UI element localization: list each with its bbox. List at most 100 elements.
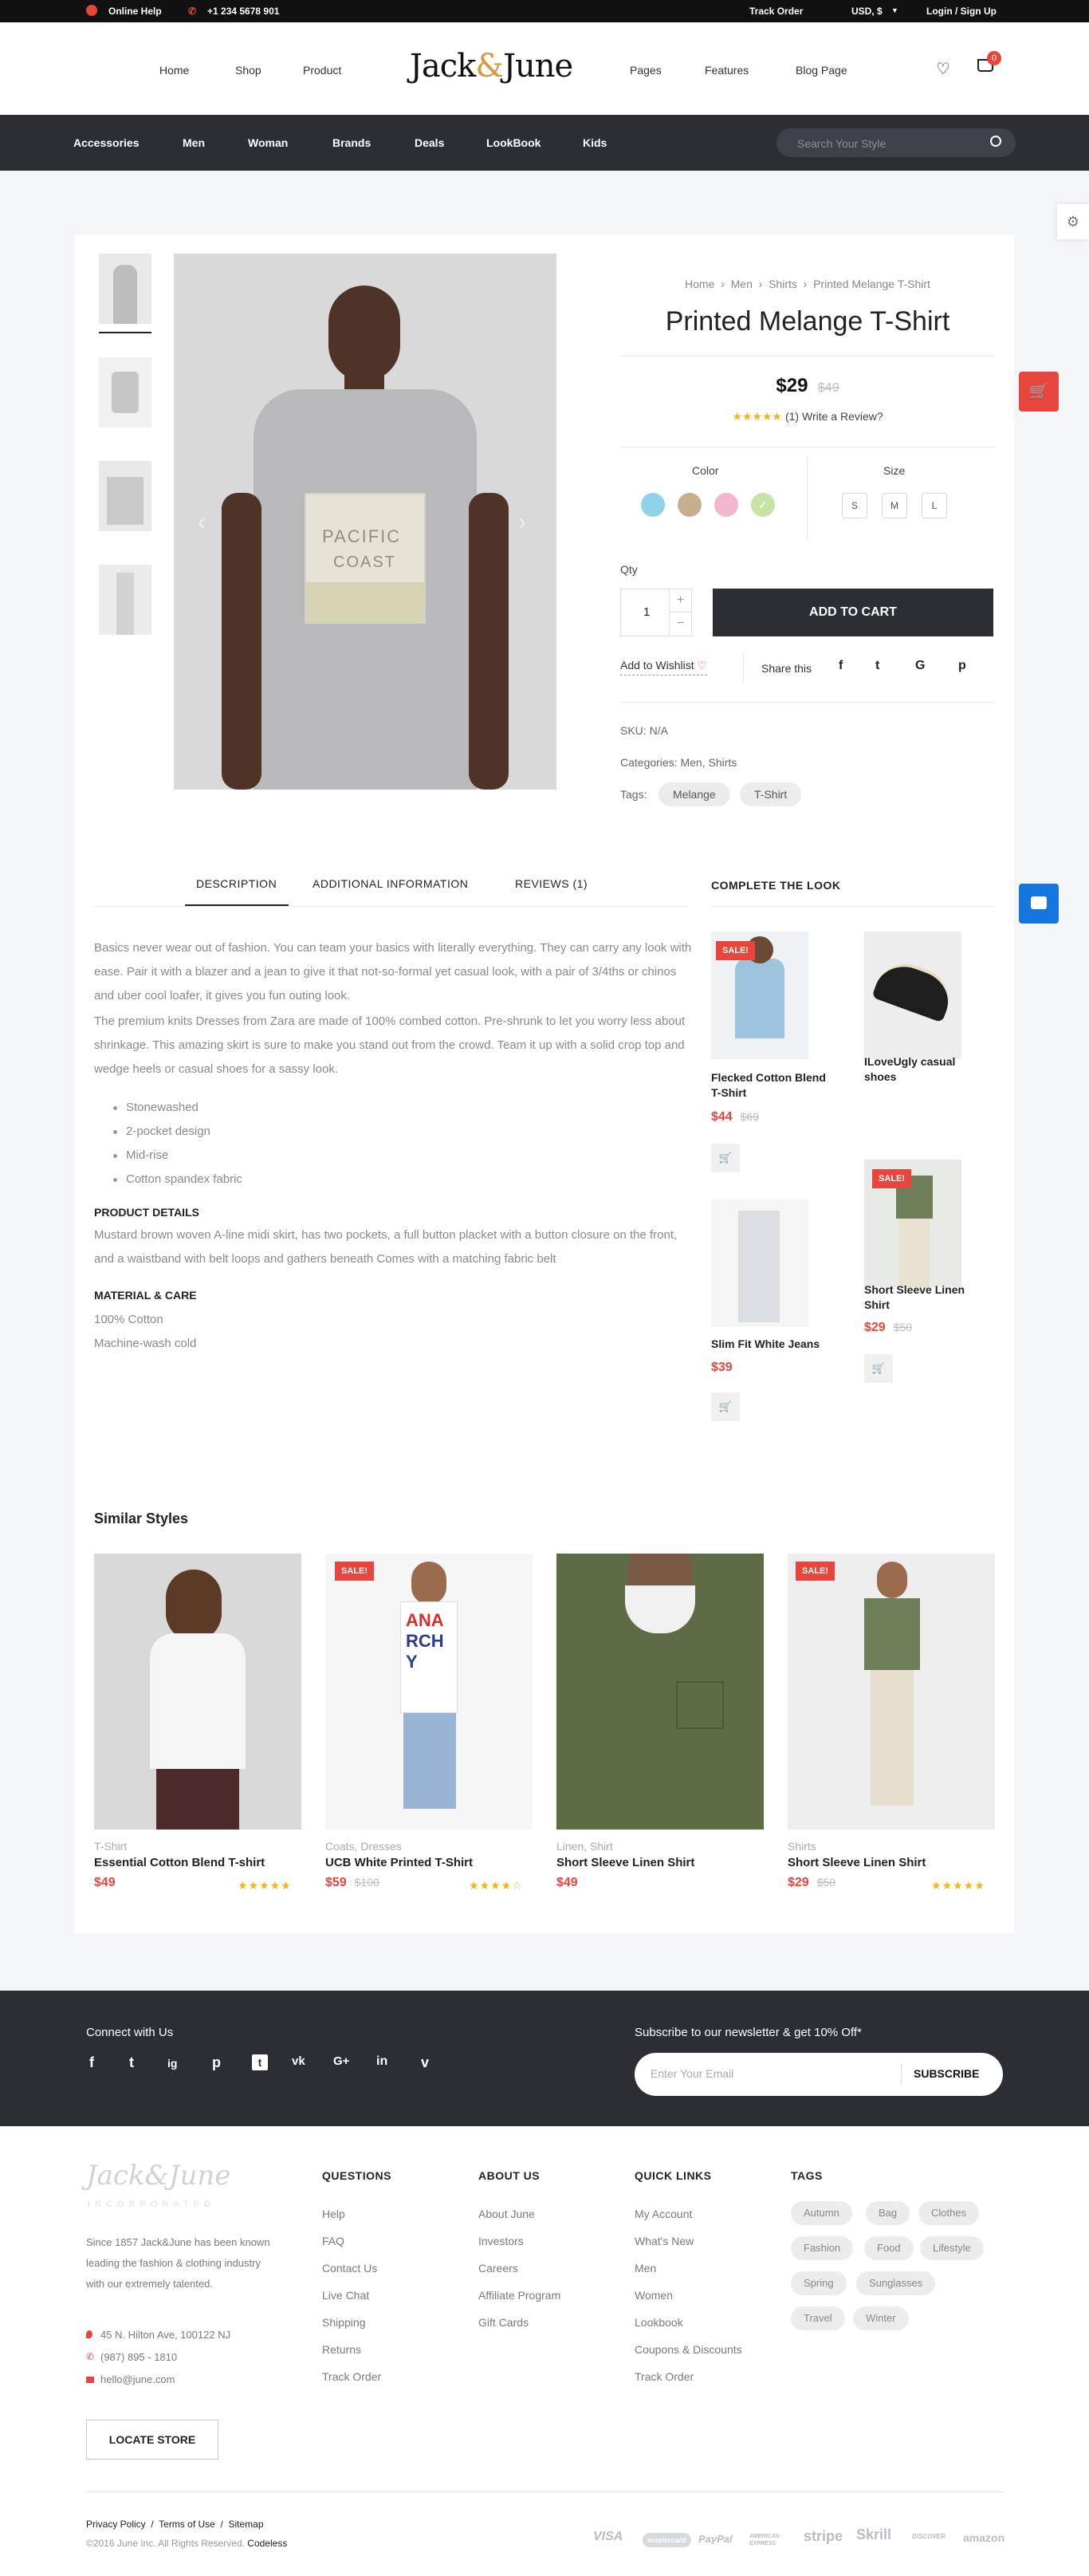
vk-icon[interactable]: vk [292, 2054, 305, 2068]
write-review-link[interactable]: (1) Write a Review? [785, 410, 883, 423]
chat-button[interactable] [1019, 884, 1059, 924]
footer-link[interactable]: Contact Us [322, 2262, 377, 2275]
footer-tag[interactable]: Autumn [791, 2201, 852, 2225]
similar-item-category[interactable]: Linen, Shirt [556, 1840, 613, 1853]
footer-link[interactable]: My Account [635, 2208, 692, 2220]
search-input[interactable]: Search Your Style [776, 128, 1016, 157]
login-link[interactable]: Login / Sign Up [926, 6, 997, 17]
tag-melange[interactable]: Melange [659, 782, 730, 806]
share-google-icon[interactable]: G [915, 659, 925, 673]
facebook-icon[interactable]: f [89, 2054, 94, 2071]
add-to-cart-icon[interactable]: 🛒 [864, 1354, 893, 1383]
look-item-name[interactable]: Flecked Cotton Blend T-Shirt [711, 1070, 831, 1101]
nav-features[interactable]: Features [705, 64, 749, 77]
size-l[interactable]: L [922, 493, 947, 518]
thumbnail-1[interactable] [99, 254, 151, 324]
prev-arrow-icon[interactable]: ‹ [198, 509, 206, 536]
footer-link[interactable]: Track Order [322, 2370, 381, 2383]
look-item-image[interactable] [864, 932, 961, 1059]
footer-tag[interactable]: Bag [866, 2201, 910, 2225]
footer-link[interactable]: Live Chat [322, 2289, 369, 2302]
nav-home[interactable]: Home [159, 64, 189, 77]
share-pinterest-icon[interactable]: p [958, 659, 966, 673]
footer-tag[interactable]: Sunglasses [856, 2271, 936, 2295]
tag-tshirt[interactable]: T-Shirt [740, 782, 802, 806]
search-icon[interactable] [990, 136, 1001, 147]
thumbnail-2[interactable] [99, 357, 151, 427]
online-help-link[interactable]: Online Help [108, 6, 162, 17]
footer-tag[interactable]: Spring [791, 2271, 847, 2295]
similar-item-image[interactable] [788, 1554, 995, 1830]
footer-link[interactable]: Lookbook [635, 2316, 683, 2329]
look-item-name[interactable]: Short Sleeve Linen Shirt [864, 1282, 984, 1313]
nav-product[interactable]: Product [303, 64, 341, 77]
size-m[interactable]: M [882, 493, 907, 518]
size-s[interactable]: S [842, 493, 867, 518]
footer-tag[interactable]: Clothes [918, 2201, 980, 2225]
email-field[interactable]: Enter Your Email SUBSCRIBE [635, 2053, 1003, 2096]
cat-men[interactable]: Men [183, 136, 205, 149]
sitemap-link[interactable]: Sitemap [229, 2519, 264, 2530]
cat-kids[interactable]: Kids [583, 136, 607, 149]
footer-tag[interactable]: Travel [791, 2306, 845, 2330]
similar-item-image[interactable] [556, 1554, 764, 1830]
cat-lookbook[interactable]: LookBook [486, 136, 541, 149]
tab-description[interactable]: DESCRIPTION [196, 877, 277, 890]
thumbnail-4[interactable] [99, 565, 151, 635]
color-swatch-pink[interactable] [714, 493, 738, 517]
similar-item-name[interactable]: UCB White Printed T-Shirt [325, 1856, 473, 1869]
phone-number[interactable]: +1 234 5678 901 [207, 6, 279, 17]
cat-accessories[interactable]: Accessories [73, 136, 140, 149]
breadcrumb-men[interactable]: Men [731, 278, 753, 290]
track-order-link[interactable]: Track Order [749, 6, 803, 17]
breadcrumb-home[interactable]: Home [685, 278, 714, 290]
footer-link[interactable]: Track Order [635, 2370, 694, 2383]
add-to-cart-icon[interactable]: 🛒 [711, 1144, 740, 1172]
cat-brands[interactable]: Brands [332, 136, 371, 149]
color-swatch-green[interactable]: ✓ [751, 493, 775, 517]
next-arrow-icon[interactable]: › [518, 509, 526, 536]
footer-link[interactable]: Coupons & Discounts [635, 2343, 742, 2356]
settings-gear-icon[interactable]: ⚙ [1057, 204, 1089, 239]
privacy-link[interactable]: Privacy Policy [86, 2519, 146, 2530]
color-swatch-blue[interactable] [641, 493, 665, 517]
cat-woman[interactable]: Woman [248, 136, 288, 149]
tab-additional-info[interactable]: ADDITIONAL INFORMATION [313, 877, 468, 890]
footer-link[interactable]: Women [635, 2289, 673, 2302]
look-item-image[interactable] [711, 1199, 808, 1327]
similar-item-category[interactable]: Coats, Dresses [325, 1840, 402, 1853]
tab-reviews[interactable]: REVIEWS (1) [515, 877, 588, 890]
quick-cart-button[interactable]: 🛒 [1019, 372, 1059, 412]
qty-decrease[interactable]: − [669, 612, 691, 636]
qty-stepper[interactable]: 1 + − [620, 589, 692, 636]
tumblr-icon[interactable]: t [252, 2054, 268, 2070]
footer-link[interactable]: Affiliate Program [478, 2289, 560, 2302]
product-main-image[interactable]: PACIFIC COAST ‹ › [174, 254, 556, 790]
add-to-cart-icon[interactable]: 🛒 [711, 1392, 740, 1421]
footer-tag[interactable]: Food [864, 2236, 914, 2260]
footer-tag[interactable]: Winter [853, 2306, 909, 2330]
brand-link[interactable]: Codeless [247, 2538, 287, 2549]
thumbnail-3[interactable] [99, 461, 151, 531]
locate-store-button[interactable]: LOCATE STORE [86, 2420, 218, 2460]
footer-link[interactable]: Shipping [322, 2316, 366, 2329]
terms-link[interactable]: Terms of Use [159, 2519, 215, 2530]
footer-email[interactable]: hello@june.com [100, 2373, 175, 2385]
similar-item-name[interactable]: Short Sleeve Linen Shirt [788, 1856, 926, 1869]
footer-link[interactable]: About June [478, 2208, 535, 2220]
google-plus-icon[interactable]: G+ [333, 2054, 349, 2068]
cat-deals[interactable]: Deals [415, 136, 444, 149]
breadcrumb-shirts[interactable]: Shirts [769, 278, 797, 290]
footer-link[interactable]: FAQ [322, 2235, 344, 2247]
footer-link[interactable]: Returns [322, 2343, 361, 2356]
instagram-icon[interactable]: ig [167, 2057, 177, 2070]
heart-icon[interactable]: ♡ [936, 59, 950, 79]
qty-increase[interactable]: + [669, 589, 691, 612]
footer-logo[interactable]: Jack&June [86, 2160, 230, 2192]
nav-shop[interactable]: Shop [235, 64, 261, 77]
footer-tag[interactable]: Fashion [791, 2236, 854, 2260]
look-item-name[interactable]: ILoveUgly casual shoes [864, 1054, 984, 1085]
similar-item-image[interactable] [94, 1554, 301, 1830]
footer-link[interactable]: Gift Cards [478, 2316, 529, 2329]
subscribe-button[interactable]: SUBSCRIBE [914, 2067, 979, 2080]
